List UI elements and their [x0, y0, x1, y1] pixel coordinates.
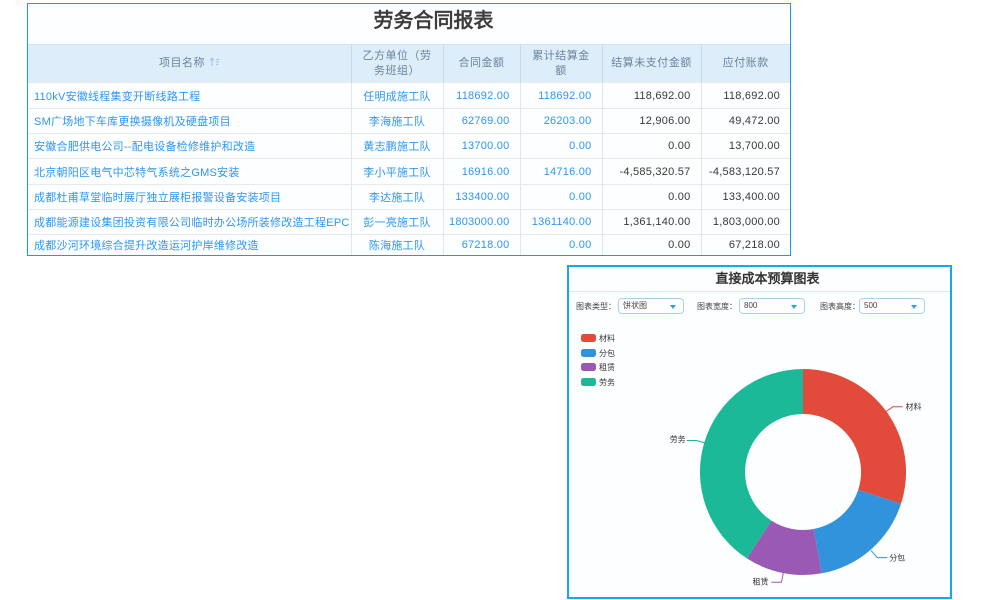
svg-text:材料: 材料 — [906, 402, 922, 412]
svg-text:劳务: 劳务 — [670, 434, 686, 444]
svg-text:分包: 分包 — [889, 553, 905, 563]
svg-text:租赁: 租赁 — [753, 577, 769, 587]
